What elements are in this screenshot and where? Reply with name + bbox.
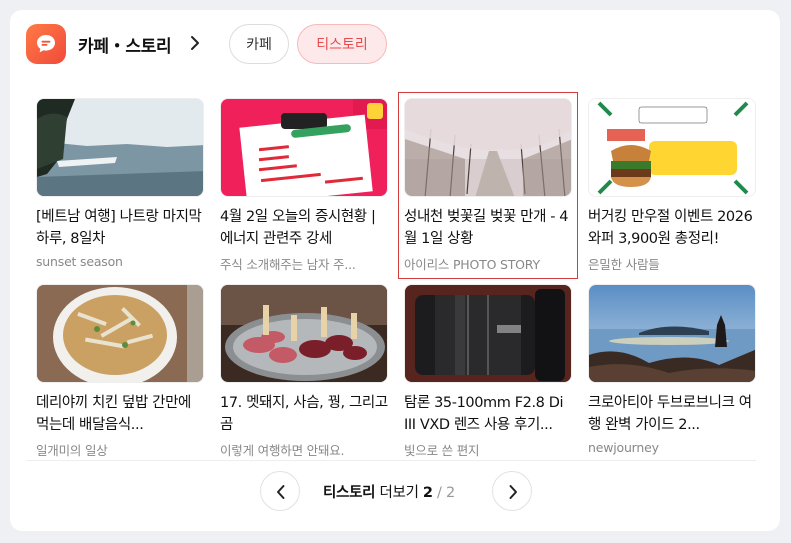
item-title[interactable]: 크로아티아 두브로브니크 여행 완벽 가이드 2... [588, 392, 756, 436]
thumbnail-image [588, 98, 756, 197]
chevron-right-icon [509, 485, 517, 499]
thumbnail-image [220, 98, 388, 197]
list-item[interactable]: 성내천 벚꽃길 벚꽃 만개 - 4월 1일 상황 아이리스 PHOTO STOR… [398, 92, 578, 279]
divider [26, 460, 756, 461]
chevron-right-icon[interactable] [189, 34, 201, 52]
item-source[interactable]: 주식 소개해주는 남자 주... [220, 254, 388, 273]
pager-label: 티스토리 [323, 485, 376, 501]
list-item[interactable]: 데리야끼 치킨 덮밥 간만에 먹는데 배달음식... 일개미의 일상 [36, 284, 204, 459]
tab-tistory[interactable]: 티스토리 [297, 24, 387, 64]
thumbnail-image [404, 284, 572, 383]
thumbnail-image [36, 284, 204, 383]
item-title[interactable]: 탐론 35-100mm F2.8 Di III VXD 렌즈 사용 후기... [404, 392, 572, 436]
pager-more: 더보기 [379, 485, 419, 501]
list-item[interactable]: 버거킹 만우절 이벤트 2026와퍼 3,900원 총정리! 은밀한 사람들 [588, 98, 756, 273]
item-title[interactable]: 버거킹 만우절 이벤트 2026와퍼 3,900원 총정리! [588, 206, 756, 250]
list-item[interactable]: 17. 멧돼지, 사슴, 꿩, 그리고 곰 이렇게 여행하면 안돼요. [220, 284, 388, 459]
thumbnail-image [404, 98, 572, 197]
thumbnail-image [588, 284, 756, 383]
section-header: 카페・스토리 카페 티스토리 [26, 22, 756, 66]
pager-current: 2 [422, 485, 433, 501]
pager-total: 2 [445, 485, 455, 501]
list-item[interactable]: 4월 2일 오늘의 증시현황 | 에너지 관련주 강세 주식 소개해주는 남자 … [220, 98, 388, 273]
list-item[interactable]: 크로아티아 두브로브니크 여행 완벽 가이드 2... newjourney [588, 284, 756, 455]
item-title[interactable]: [베트남 여행] 나트랑 마지막 하루, 8일차 [36, 206, 204, 250]
item-source[interactable]: 일개미의 일상 [36, 440, 204, 459]
speech-bubble-icon [26, 24, 66, 64]
item-title[interactable]: 데리야끼 치킨 덮밥 간만에 먹는데 배달음식... [36, 392, 204, 436]
item-title[interactable]: 성내천 벚꽃길 벚꽃 만개 - 4월 1일 상황 [404, 206, 572, 250]
item-source[interactable]: 이렇게 여행하면 안돼요. [220, 440, 388, 459]
prev-page-button[interactable] [260, 471, 300, 511]
list-item[interactable]: [베트남 여행] 나트랑 마지막 하루, 8일차 sunset season [36, 98, 204, 269]
item-title[interactable]: 4월 2일 오늘의 증시현황 | 에너지 관련주 강세 [220, 206, 388, 250]
item-source[interactable]: sunset season [36, 254, 204, 269]
section-title[interactable]: 카페・스토리 [78, 32, 172, 57]
item-source[interactable]: 빛으로 쓴 편지 [404, 440, 572, 459]
thumbnail-image [36, 98, 204, 197]
tab-cafe[interactable]: 카페 [229, 24, 289, 64]
chevron-left-icon [277, 485, 285, 499]
item-title[interactable]: 17. 멧돼지, 사슴, 꿩, 그리고 곰 [220, 392, 388, 436]
next-page-button[interactable] [492, 471, 532, 511]
pager-separator: / [437, 485, 442, 501]
pagination: 티스토리 더보기 2 / 2 [0, 471, 791, 511]
item-source[interactable]: newjourney [588, 440, 756, 455]
list-item[interactable]: 탐론 35-100mm F2.8 Di III VXD 렌즈 사용 후기... … [404, 284, 572, 459]
item-source[interactable]: 은밀한 사람들 [588, 254, 756, 273]
thumbnail-image [220, 284, 388, 383]
pager-text[interactable]: 티스토리 더보기 2 / 2 [323, 481, 455, 502]
item-source[interactable]: 아이리스 PHOTO STORY [404, 254, 572, 273]
